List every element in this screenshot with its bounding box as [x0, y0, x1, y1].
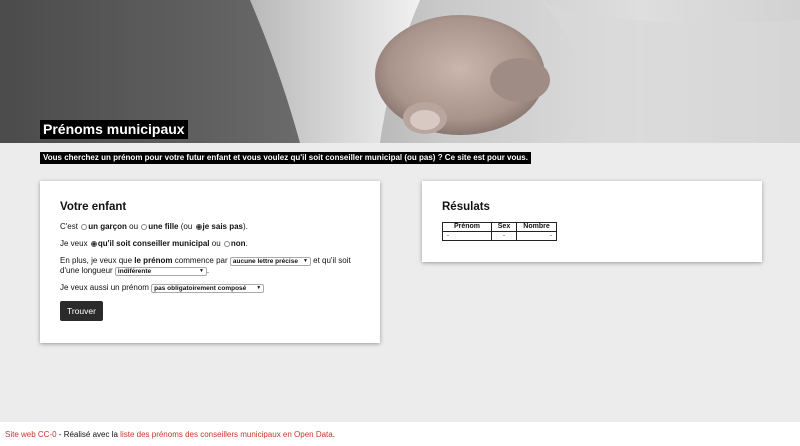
gender-suffix: ).: [243, 222, 248, 231]
cell-sex: -: [491, 231, 517, 241]
label-fille[interactable]: une fille: [148, 222, 178, 231]
open-data-link[interactable]: liste des prénoms des conseillers munici…: [120, 430, 333, 439]
council-row: Je veux qu'il soit conseiller municipal …: [60, 239, 360, 249]
radio-fille[interactable]: [141, 224, 148, 230]
letter-suffix: .: [206, 266, 210, 275]
col-nombre: Nombre: [516, 222, 557, 232]
letter-row: En plus, je veux que le prénom commence …: [60, 256, 360, 276]
letter-middle: commence par: [174, 256, 228, 265]
radio-garcon[interactable]: [81, 224, 88, 230]
cell-prenom: -: [442, 231, 492, 241]
footer: Site web CC-0 - Réalisé avec la liste de…: [0, 422, 800, 446]
chevron-down-icon: ▼: [198, 268, 204, 274]
compose-prefix: Je veux aussi un prénom: [60, 283, 149, 292]
results-table: Prénom Sex Nombre - - -: [442, 222, 557, 241]
col-sex: Sex: [491, 222, 517, 232]
council-suffix: .: [245, 239, 248, 248]
results-title: Résulats: [442, 201, 490, 213]
footer-end: .: [332, 430, 335, 439]
radio-conseiller[interactable]: [90, 241, 97, 247]
cc0-link[interactable]: Site web CC-0: [5, 430, 57, 439]
first-letter-value: aucune lettre précise: [232, 258, 298, 265]
council-prefix: Je veux: [60, 239, 88, 248]
form-title: Votre enfant: [60, 201, 127, 213]
footer-text: - Réalisé avec la: [56, 430, 121, 439]
radio-je-sais-pas[interactable]: [195, 224, 202, 230]
gender-prefix: C'est: [60, 222, 78, 231]
site-title: Prénoms municipaux: [40, 120, 188, 139]
chevron-down-icon: ▼: [256, 285, 262, 291]
radio-non[interactable]: [223, 241, 230, 247]
length-value: indiférente: [117, 268, 152, 275]
chevron-down-icon: ▼: [302, 258, 308, 264]
council-sep: ou: [211, 239, 221, 248]
table-row: - - -: [442, 231, 557, 241]
search-form-card: Votre enfant C'est un garçon ou une fill…: [40, 181, 380, 343]
gender-row: C'est un garçon ou une fille (ou je sais…: [60, 222, 360, 232]
compose-select[interactable]: pas obligatoirement composé ▼: [151, 284, 265, 293]
first-letter-select[interactable]: aucune lettre précise ▼: [229, 257, 311, 266]
results-card: Résulats Prénom Sex Nombre - - -: [422, 181, 762, 262]
col-prenom: Prénom: [442, 222, 492, 232]
label-garcon[interactable]: un garçon: [88, 222, 127, 231]
length-select[interactable]: indiférente ▼: [114, 267, 207, 276]
hero-banner: Prénoms municipaux: [0, 0, 800, 143]
cell-nombre: -: [516, 231, 557, 241]
compose-row: Je veux aussi un prénom pas obligatoirem…: [60, 283, 360, 293]
letter-bold: le prénom: [134, 256, 173, 265]
label-conseiller[interactable]: qu'il soit conseiller municipal: [98, 239, 210, 248]
trouver-button[interactable]: Trouver: [60, 301, 103, 321]
label-non[interactable]: non: [231, 239, 246, 248]
tagline: Vous cherchez un prénom pour votre futur…: [40, 152, 531, 164]
table-header-row: Prénom Sex Nombre: [442, 222, 557, 232]
gender-sep-1: ou: [129, 222, 139, 231]
label-je-sais-pas[interactable]: je sais pas: [203, 222, 243, 231]
compose-value: pas obligatoirement composé: [154, 285, 247, 292]
gender-sep-2: (ou: [180, 222, 193, 231]
letter-prefix: En plus, je veux que: [60, 256, 133, 265]
